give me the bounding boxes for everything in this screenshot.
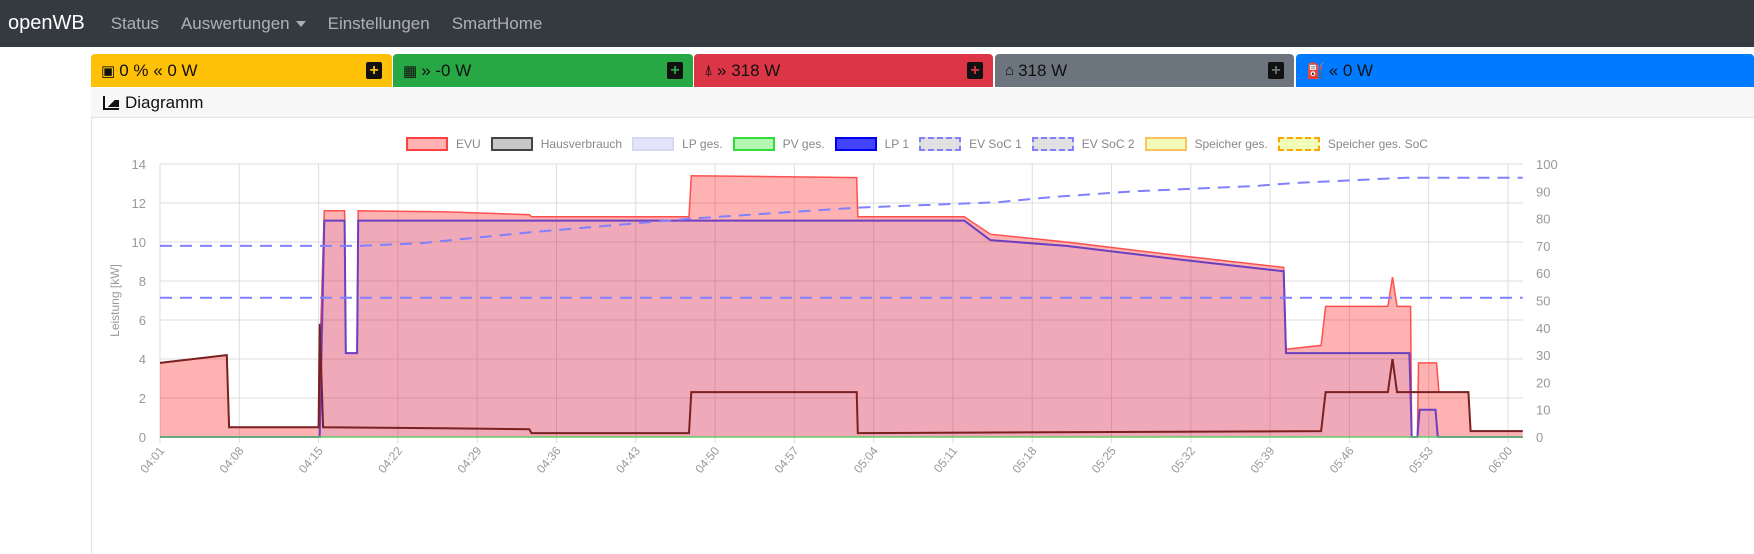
y2-tick-label: 40 bbox=[1536, 321, 1550, 336]
y-tick-label: 4 bbox=[139, 352, 146, 367]
y2-tick-label: 80 bbox=[1536, 212, 1550, 227]
y-tick-label: 8 bbox=[139, 274, 146, 289]
x-tick-label: 06:00 bbox=[1485, 444, 1515, 476]
x-tick-label: 05:39 bbox=[1247, 444, 1277, 476]
y-axis-label: Leistung [kW] bbox=[108, 264, 122, 337]
y2-tick-label: 20 bbox=[1536, 375, 1550, 390]
power-chart: 0 2 4 6 8 10 12 14 0 10 20 30 40 50 60 70 80 90 100 04:01 04… bbox=[108, 157, 1558, 476]
series-area-lp-1 bbox=[160, 220, 1523, 437]
y2-tick-label: 100 bbox=[1536, 157, 1558, 172]
x-tick-label: 04:50 bbox=[692, 444, 722, 476]
y2-tick-label: 90 bbox=[1536, 184, 1550, 199]
x-tick-label: 04:29 bbox=[454, 444, 484, 476]
x-tick-label: 05:18 bbox=[1010, 444, 1040, 476]
y2-tick-label: 30 bbox=[1536, 348, 1550, 363]
y2-tick-label: 60 bbox=[1536, 266, 1550, 281]
x-tick-label: 05:25 bbox=[1089, 444, 1119, 476]
x-tick-label: 05:32 bbox=[1168, 444, 1198, 476]
y-tick-label: 10 bbox=[132, 235, 146, 250]
x-tick-label: 04:08 bbox=[217, 444, 247, 476]
x-tick-label: 05:46 bbox=[1327, 444, 1357, 476]
y-tick-label: 6 bbox=[139, 313, 146, 328]
x-tick-label: 05:53 bbox=[1406, 444, 1436, 476]
x-tick-label: 04:36 bbox=[534, 444, 564, 476]
y2-tick-label: 0 bbox=[1536, 430, 1543, 445]
x-tick-label: 05:11 bbox=[931, 444, 961, 476]
y-tick-label: 12 bbox=[132, 196, 146, 211]
x-tick-label: 04:22 bbox=[375, 444, 405, 476]
y2-tick-label: 70 bbox=[1536, 239, 1550, 254]
y-tick-label: 14 bbox=[132, 157, 146, 172]
x-tick-label: 05:04 bbox=[851, 444, 881, 476]
y-tick-label: 2 bbox=[139, 391, 146, 406]
y2-tick-label: 10 bbox=[1536, 403, 1550, 418]
x-tick-label: 04:43 bbox=[613, 444, 643, 476]
y2-tick-label: 50 bbox=[1536, 294, 1550, 309]
x-tick-label: 04:01 bbox=[137, 444, 167, 476]
x-tick-label: 04:15 bbox=[296, 444, 326, 476]
y-tick-label: 0 bbox=[139, 430, 146, 445]
x-tick-label: 04:57 bbox=[772, 444, 802, 476]
